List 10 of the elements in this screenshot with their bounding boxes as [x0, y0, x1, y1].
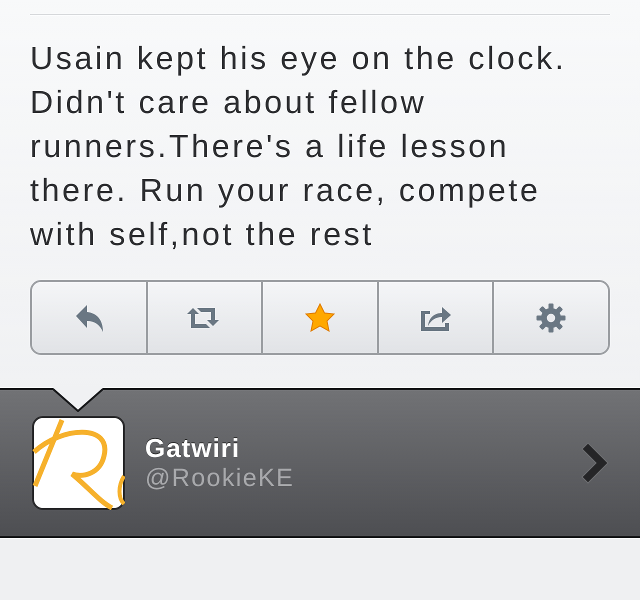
tweet-text: Usain kept his eye on the clock. Didn't care about fellow runners.There's a life lesson there. Run your race, compete with self,not the rest [30, 39, 568, 254]
share-button[interactable] [376, 282, 492, 353]
author-panel[interactable]: Gatwiri @RookieKE [0, 388, 640, 538]
author-handle: @RookieKE [145, 462, 296, 494]
author-name: Gatwiri [145, 432, 242, 462]
settings-button[interactable] [492, 282, 608, 353]
panel-notch [53, 388, 103, 412]
favorite-button[interactable] [261, 282, 377, 353]
reply-button[interactable] [32, 282, 146, 353]
retweet-button[interactable] [146, 282, 262, 353]
